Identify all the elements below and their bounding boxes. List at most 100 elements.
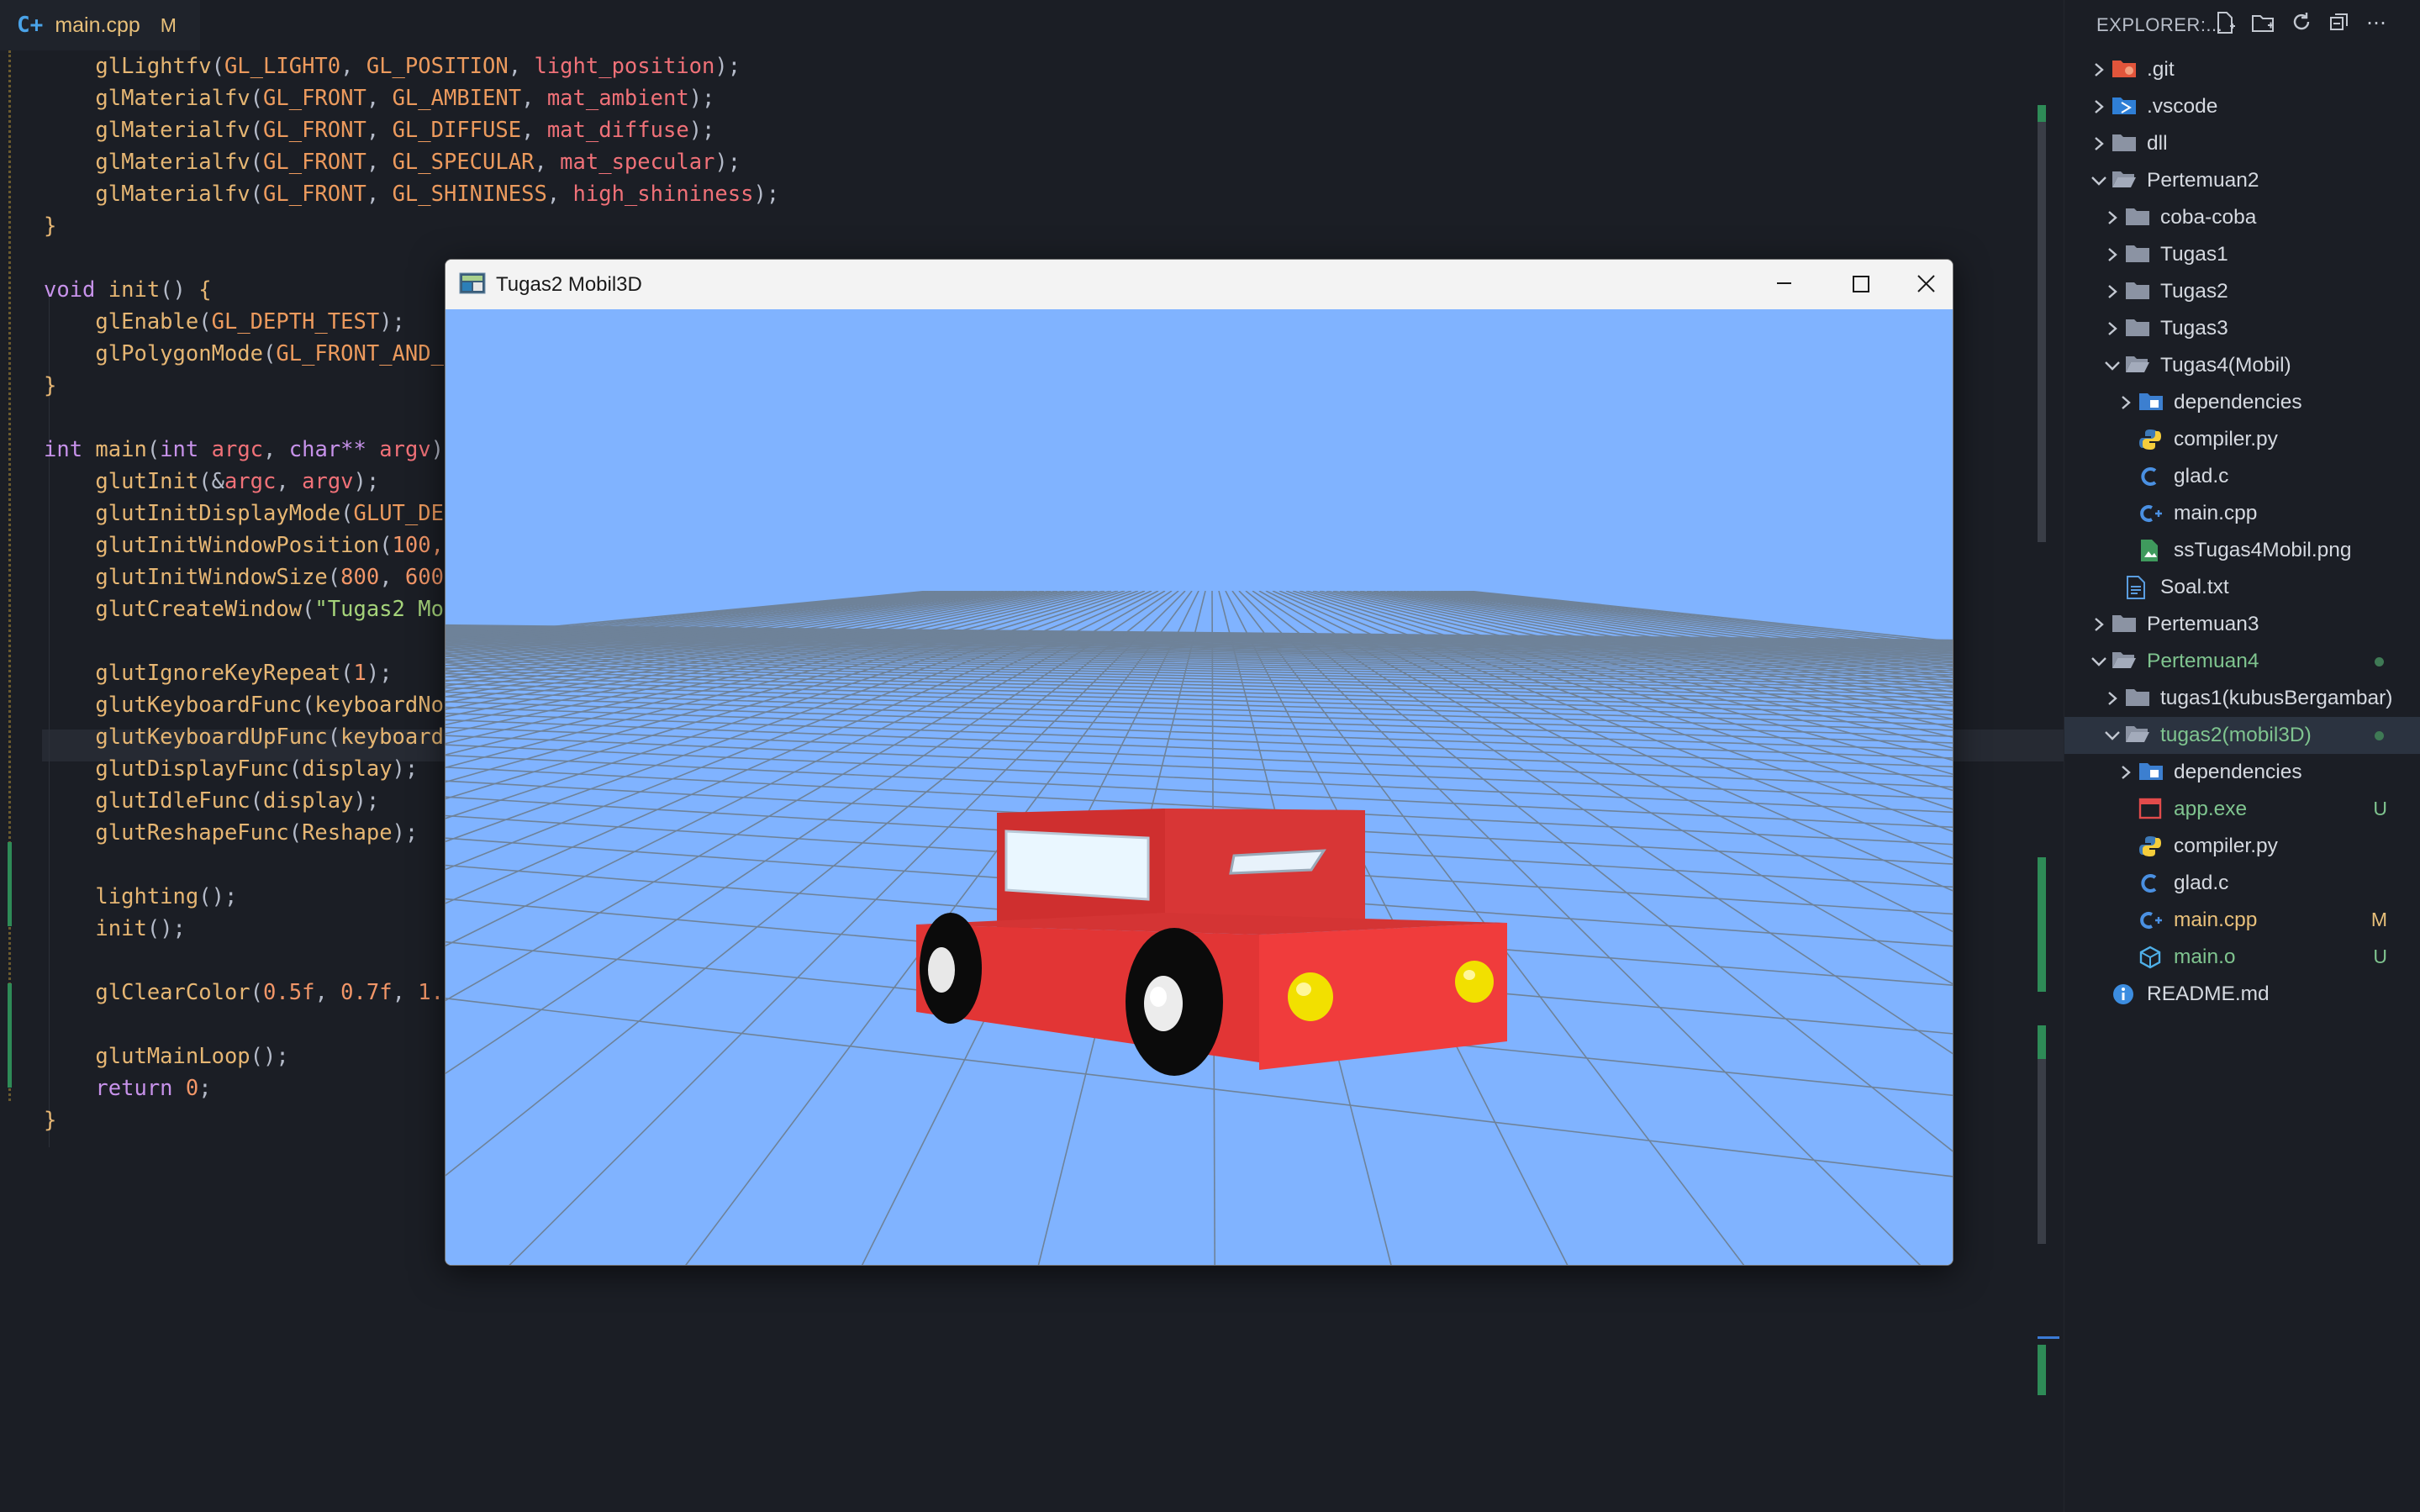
code-line: } (44, 213, 57, 239)
chevron-down-icon[interactable] (2103, 724, 2122, 747)
chevron-right-icon[interactable] (2090, 58, 2108, 82)
chevron-right-icon[interactable] (2117, 391, 2135, 414)
tree-folder-item[interactable]: dependencies (2064, 384, 2420, 421)
maximize-button[interactable] (1822, 260, 1900, 309)
tree-item-label: compiler.py (2174, 835, 2278, 857)
git-status-badge: M (2370, 909, 2387, 930)
chevron-right-icon[interactable] (2103, 317, 2122, 340)
chevron-right-icon[interactable] (2103, 243, 2122, 266)
ruler-marker (2038, 105, 2046, 122)
chevron-down-icon[interactable] (2090, 650, 2108, 673)
tree-item-label: Pertemuan2 (2147, 169, 2259, 192)
folder-icon (2125, 317, 2150, 340)
chevron-right-icon[interactable] (2103, 280, 2122, 303)
tree-folder-item[interactable]: Tugas1 (2064, 236, 2420, 273)
folder-open-icon (2125, 724, 2150, 747)
folder-open-icon (2112, 650, 2137, 673)
chevron-right-icon[interactable] (2103, 687, 2122, 710)
folder-open-icon (2125, 354, 2150, 377)
git-status-badge: U (2373, 798, 2387, 819)
ruler-cursor-marker (2038, 1336, 2059, 1339)
git-status-dot (2375, 657, 2384, 666)
chevron-right-icon[interactable] (2090, 613, 2108, 636)
gutter-added-marker (8, 983, 12, 1088)
tree-item-label: main.o (2174, 946, 2236, 968)
car-rear-window (1229, 849, 1326, 875)
sky-background (446, 309, 1953, 1265)
window-title: Tugas2 Mobil3D (496, 273, 642, 296)
tree-folder-item[interactable]: Tugas3 (2064, 310, 2420, 347)
chevron-down-icon[interactable] (2103, 354, 2122, 377)
tree-file-item[interactable]: main.cpp (2064, 495, 2420, 532)
tree-item-label: app.exe (2174, 798, 2248, 820)
code-line: glMaterialfv(GL_FRONT, GL_DIFFUSE, mat_d… (95, 118, 715, 143)
tree-folder-item[interactable]: Pertemuan3 (2064, 606, 2420, 643)
tree-item-label: tugas1(kubusBergambar) (2160, 687, 2393, 709)
text-file-icon (2125, 576, 2150, 599)
explorer-header: EXPLORER:... ⋯ (2064, 0, 2420, 50)
tree-file-item[interactable]: compiler.py (2064, 828, 2420, 865)
overview-ruler[interactable] (2038, 101, 2059, 1446)
tree-file-item[interactable]: glad.c (2064, 865, 2420, 902)
opengl-render-canvas[interactable] (446, 309, 1953, 1265)
chevron-right-icon[interactable] (2090, 95, 2108, 119)
tree-item-label: .vscode (2147, 95, 2218, 118)
car-side-window (1004, 830, 1150, 901)
tree-file-item[interactable]: ssTugas4Mobil.png (2064, 532, 2420, 569)
scroll-thumb[interactable] (2038, 122, 2046, 542)
tab-main-cpp[interactable]: C+ main.cpp M (0, 0, 200, 52)
tree-folder-item[interactable]: Pertemuan2 (2064, 162, 2420, 199)
tree-folder-item[interactable]: coba-coba (2064, 199, 2420, 236)
gutter-modified-marker (8, 50, 13, 1101)
tree-item-label: dependencies (2174, 391, 2302, 414)
c-file-icon (2138, 465, 2164, 488)
chevron-right-icon[interactable] (2103, 206, 2122, 229)
ruler-marker (2038, 1025, 2046, 1059)
tree-folder-item[interactable]: Tugas2 (2064, 273, 2420, 310)
headlight-highlight (1296, 983, 1311, 996)
tree-folder-item[interactable]: tugas2(mobil3D) (2064, 717, 2420, 754)
new-folder-icon[interactable] (2251, 11, 2276, 36)
tab-modified-indicator: M (160, 13, 177, 36)
minimize-button[interactable] (1745, 260, 1822, 309)
tree-folder-item[interactable]: Tugas4(Mobil) (2064, 347, 2420, 384)
code-line: glMaterialfv(GL_FRONT, GL_SPECULAR, mat_… (95, 150, 741, 175)
collapse-all-icon[interactable] (2327, 11, 2352, 36)
app-window-icon (459, 272, 486, 294)
tree-folder-item[interactable]: Pertemuan4 (2064, 643, 2420, 680)
tree-folder-item[interactable]: .vscode (2064, 88, 2420, 125)
tree-file-item[interactable]: app.exe U (2064, 791, 2420, 828)
folder-icon (2125, 206, 2150, 229)
executable-file-icon (2138, 798, 2164, 821)
tree-folder-item[interactable]: tugas1(kubusBergambar) (2064, 680, 2420, 717)
tree-folder-item[interactable]: dependencies (2064, 754, 2420, 791)
explorer-panel: EXPLORER:... ⋯ .git .vscode dll Pertemuan2 c… (2064, 0, 2420, 1512)
opengl-app-window[interactable]: Tugas2 Mobil3D (445, 259, 1953, 1266)
tree-item-label: tugas2(mobil3D) (2160, 724, 2312, 746)
wheel-hub-highlight (1150, 987, 1167, 1007)
close-button[interactable] (1900, 260, 1953, 309)
code-line: glMaterialfv(GL_FRONT, GL_AMBIENT, mat_a… (95, 86, 715, 111)
tree-folder-item[interactable]: dll (2064, 125, 2420, 162)
tree-file-item[interactable]: main.cpp M (2064, 902, 2420, 939)
new-file-icon[interactable] (2212, 11, 2238, 36)
chevron-right-icon[interactable] (2117, 761, 2135, 784)
tree-file-item[interactable]: compiler.py (2064, 421, 2420, 458)
folder-icon (2112, 132, 2137, 155)
more-actions-icon[interactable]: ⋯ (2364, 11, 2389, 36)
git-status-dot (2375, 731, 2384, 740)
chevron-right-icon[interactable] (2090, 132, 2108, 155)
car-headlight (1288, 972, 1333, 1021)
window-title-bar[interactable]: Tugas2 Mobil3D (446, 260, 1953, 309)
chevron-down-icon[interactable] (2090, 169, 2108, 192)
headlight-highlight (1463, 970, 1475, 980)
folder-icon (2125, 243, 2150, 266)
tree-file-item[interactable]: main.o U (2064, 939, 2420, 976)
tree-file-item[interactable]: Soal.txt (2064, 569, 2420, 606)
tab-filename: main.cpp (55, 13, 140, 37)
refresh-icon[interactable] (2289, 11, 2314, 36)
tree-file-item[interactable]: glad.c (2064, 458, 2420, 495)
explorer-title: EXPLORER:... (2096, 14, 2223, 35)
tree-folder-item[interactable]: .git (2064, 51, 2420, 88)
tree-file-item[interactable]: README.md (2064, 976, 2420, 1013)
